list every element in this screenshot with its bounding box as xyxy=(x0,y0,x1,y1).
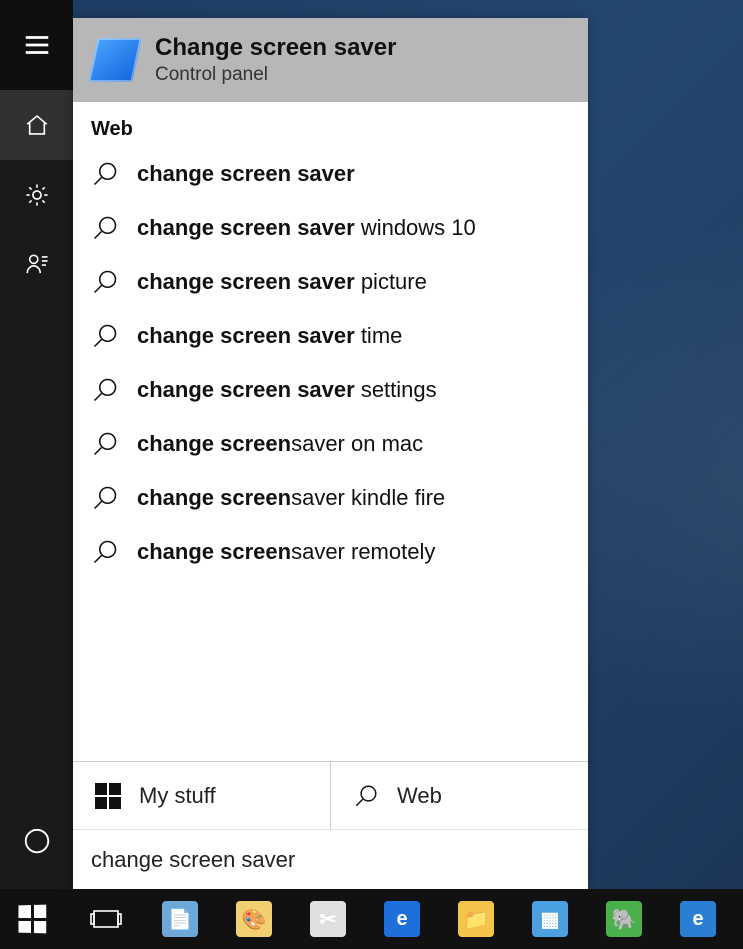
search-icon xyxy=(91,322,119,350)
search-icon xyxy=(91,484,119,512)
web-suggestion[interactable]: change screensaver on mac xyxy=(73,417,588,471)
web-suggestion[interactable]: change screen saver settings xyxy=(73,363,588,417)
suggestion-text: change screensaver remotely xyxy=(137,539,435,565)
search-icon xyxy=(91,214,119,242)
search-icon xyxy=(91,376,119,404)
best-match-title: Change screen saver xyxy=(155,34,396,62)
home-button[interactable] xyxy=(0,90,73,160)
web-suggestion[interactable]: change screen saver picture xyxy=(73,255,588,309)
hamburger-icon xyxy=(22,30,52,60)
evernote-icon: 🐘 xyxy=(606,901,642,937)
taskbar: 📄 🎨 ✂ e 📁 ▦ 🐘 e xyxy=(0,889,743,949)
taskbar-app-snipping-tool[interactable]: ✂ xyxy=(304,895,352,943)
menu-button[interactable] xyxy=(0,0,73,90)
suggestion-text: change screensaver kindle fire xyxy=(137,485,445,511)
taskbar-pinned-apps: 📄 🎨 ✂ e 📁 ▦ 🐘 e xyxy=(156,895,722,943)
mystuff-scope-button[interactable]: My stuff xyxy=(73,762,331,829)
best-match-subtitle: Control panel xyxy=(155,64,396,86)
feedback-button[interactable] xyxy=(0,230,73,300)
web-suggestion[interactable]: change screensaver remotely xyxy=(73,525,588,579)
taskbar-app-evernote[interactable]: 🐘 xyxy=(600,895,648,943)
suggestion-text: change screensaver on mac xyxy=(137,431,423,457)
taskbar-app-paint[interactable]: 🎨 xyxy=(230,895,278,943)
taskbar-app-file-explorer[interactable]: 📁 xyxy=(452,895,500,943)
settings-button[interactable] xyxy=(0,160,73,230)
internet-explorer-icon: e xyxy=(680,901,716,937)
web-suggestion[interactable]: change screen saver time xyxy=(73,309,588,363)
mystuff-label: My stuff xyxy=(139,783,216,809)
suggestion-text: change screen saver xyxy=(137,161,355,187)
search-icon xyxy=(91,538,119,566)
suggestion-text: change screen saver picture xyxy=(137,269,427,295)
task-view-button[interactable] xyxy=(82,895,130,943)
gear-icon xyxy=(24,182,50,208)
windows-logo-icon xyxy=(18,905,46,934)
start-button[interactable] xyxy=(8,895,56,943)
home-icon xyxy=(24,112,50,138)
notepad-icon: 📄 xyxy=(162,901,198,937)
feedback-icon xyxy=(24,252,50,278)
task-manager-icon: ▦ xyxy=(532,901,568,937)
cortana-button[interactable] xyxy=(0,793,73,889)
taskbar-app-task-manager[interactable]: ▦ xyxy=(526,895,574,943)
web-suggestions-list: change screen saver change screen saver w… xyxy=(73,147,588,579)
taskbar-app-internet-explorer[interactable]: e xyxy=(674,895,722,943)
search-icon xyxy=(91,268,119,296)
file-explorer-icon: 📁 xyxy=(458,901,494,937)
web-suggestion[interactable]: change screen saver xyxy=(73,147,588,201)
web-scope-button[interactable]: Web xyxy=(331,762,588,829)
search-results-panel: Change screen saver Control panel Web ch… xyxy=(73,18,588,889)
taskbar-app-edge[interactable]: e xyxy=(378,895,426,943)
search-input[interactable]: change screen saver xyxy=(73,829,588,889)
search-input-text: change screen saver xyxy=(91,847,295,873)
web-section-header: Web xyxy=(73,102,588,147)
suggestion-text: change screen saver settings xyxy=(137,377,437,403)
task-view-icon xyxy=(90,903,122,935)
cortana-rail xyxy=(0,0,73,889)
web-suggestion[interactable]: change screensaver kindle fire xyxy=(73,471,588,525)
windows-logo-icon xyxy=(95,783,121,809)
snipping-tool-icon: ✂ xyxy=(310,901,346,937)
cortana-circle-icon xyxy=(22,826,52,856)
best-match-result[interactable]: Change screen saver Control panel xyxy=(73,18,588,102)
taskbar-app-notepad[interactable]: 📄 xyxy=(156,895,204,943)
suggestion-text: change screen saver windows 10 xyxy=(137,215,476,241)
edge-icon: e xyxy=(384,901,420,937)
paint-icon: 🎨 xyxy=(236,901,272,937)
search-icon xyxy=(91,160,119,188)
suggestion-text: change screen saver time xyxy=(137,323,402,349)
best-match-text: Change screen saver Control panel xyxy=(155,34,396,86)
search-icon xyxy=(353,783,379,809)
web-suggestion[interactable]: change screen saver windows 10 xyxy=(73,201,588,255)
search-icon xyxy=(91,430,119,458)
web-label: Web xyxy=(397,783,442,809)
screensaver-icon xyxy=(88,38,141,82)
scope-footer: My stuff Web xyxy=(73,761,588,829)
